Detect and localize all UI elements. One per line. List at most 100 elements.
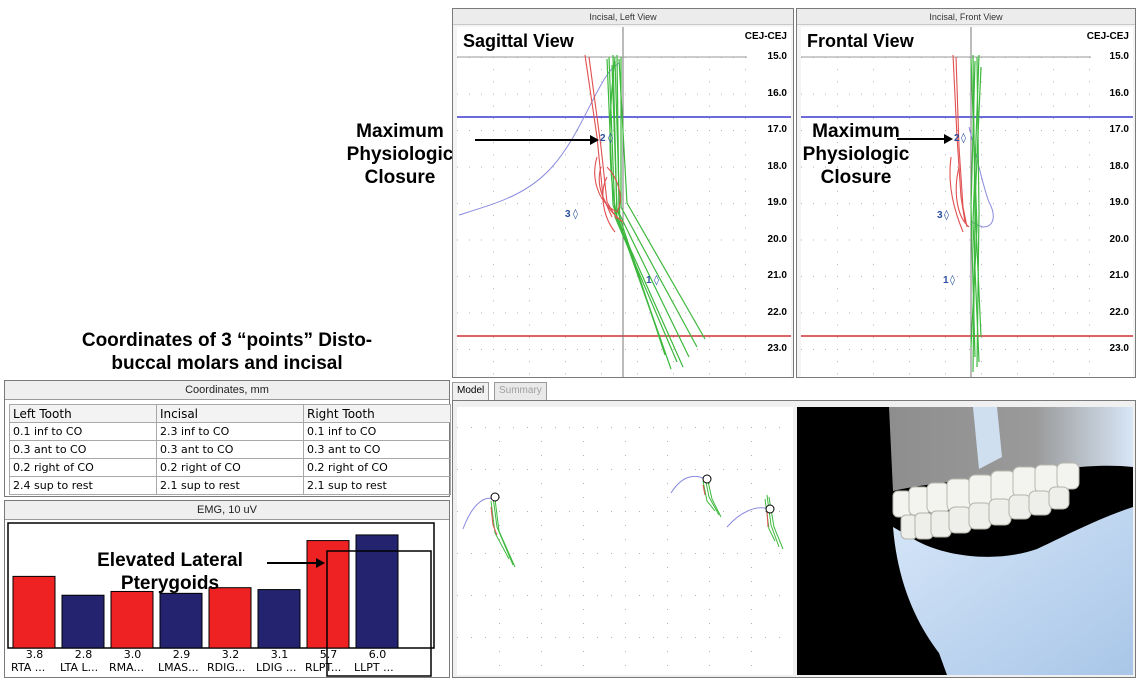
frontal-view-panel: Incisal, Front View 2 ◊ 3 ◊ 1 ◊ Frontal … [796,8,1136,378]
sagittal-marker-1: 1 [646,275,652,286]
sagittal-y-tick-labels: 15.0 16.0 17.0 18.0 19.0 20.0 21.0 22.0 23.0 [747,27,787,377]
y-tick-label: 17.0 [1109,124,1129,135]
emg-category-label: LLPT ... [354,661,394,674]
table-row: 0.3 ant to CO 0.3 ant to CO 0.3 ant to C… [9,440,451,459]
table-header-row: Left Tooth Incisal Right Tooth [9,404,451,423]
sagittal-view-title: Sagittal View [463,31,574,51]
emg-value-label: 3.8 [25,648,44,661]
coordinates-panel: Coordinates, mm Left Tooth Incisal Right… [4,380,451,497]
table-cell: 0.2 right of CO [303,458,451,477]
y-tick-label: 15.0 [1109,51,1129,62]
emg-label-cell: 6.0 LLPT ... [354,648,401,674]
coordinates-table: Left Tooth Incisal Right Tooth 0.1 inf t… [9,404,451,495]
y-tick-label: 19.0 [1109,197,1129,208]
y-tick-label: 23.0 [1109,343,1129,354]
tab-summary[interactable]: Summary [494,382,547,400]
frontal-mpc-line1: Maximum [812,121,900,142]
frontal-mpc-annotation: Maximum Physiologic Closure [790,120,922,189]
emg-value-label: 5.7 [319,648,338,661]
sagittal-mpc-line3: Closure [364,167,436,188]
emg-bar [257,589,301,649]
mini-trace-view [457,407,793,675]
jaw-model-render [889,407,1133,675]
model-view [452,400,1136,678]
y-tick-label: 15.0 [767,51,787,62]
model-area: Model Summary [452,380,1136,678]
frontal-view-title: Frontal View [807,31,914,51]
tab-model[interactable]: Model [452,382,490,400]
mini-trace-plot [457,427,784,666]
emg-value-label: 2.9 [172,648,191,661]
emg-panel: EMG, 10 uV 3.8 RTA ... 2.8 LTA L... 3.0 RMA..… [4,500,450,678]
emg-category-label: RLPT... [305,661,342,674]
elevated-line1: Elevated Lateral [97,550,243,571]
table-row: 0.1 inf to CO 2.3 inf to CO 0.1 inf to C… [9,422,451,441]
y-tick-label: 17.0 [767,124,787,135]
svg-text:◊: ◊ [654,274,659,286]
sagittal-panel-title: Incisal, Left View [453,9,793,25]
emg-label-cell: 3.1 LDIG ... [256,648,303,674]
y-tick-label: 23.0 [767,343,787,354]
frontal-mpc-line2: Physiologic [802,144,910,165]
emg-category-label: LDIG ... [256,661,297,674]
table-row: 2.4 sup to rest 2.1 sup to rest 2.1 sup … [9,476,451,495]
table-cell: 2.1 sup to rest [303,476,451,495]
sagittal-plot: 2 ◊ 3 ◊ 1 ◊ [457,27,791,377]
table-cell: 0.1 inf to CO [9,422,157,441]
sagittal-marker-2: 2 [600,133,606,144]
emg-category-label: LMAS... [158,661,199,674]
table-cell: 0.1 inf to CO [303,422,451,441]
mini-trace-middle [670,474,722,518]
y-tick-label: 19.0 [767,197,787,208]
emg-bar [355,534,399,649]
emg-category-label: RMA... [109,661,144,674]
table-cell: 0.3 ant to CO [303,440,451,459]
table-row: 0.2 right of CO 0.2 right of CO 0.2 righ… [9,458,451,477]
svg-text:◊: ◊ [573,208,578,220]
emg-label-cell: 3.8 RTA ... [11,648,58,674]
sagittal-marker-3: 3 [565,209,571,220]
frontal-panel-title: Incisal, Front View [797,9,1135,25]
frontal-marker-3: 3 [937,210,943,221]
sagittal-mpc-line1: Maximum [356,121,444,142]
emg-bar [110,590,154,649]
y-tick-label: 21.0 [767,270,787,281]
elevated-line2: Pterygoids [120,573,220,594]
frontal-plot-area: 2 ◊ 3 ◊ 1 ◊ Frontal View CEJ-CEJ 15.0 16.… [801,27,1133,377]
frontal-green-traces [970,54,982,373]
emg-category-label: LTA L... [60,661,99,674]
y-tick-label: 18.0 [1109,160,1129,172]
frontal-mpc-line3: Closure [820,167,892,188]
table-cell: 0.3 ant to CO [9,440,157,459]
emg-bar [306,540,350,649]
header-incisal: Incisal [156,404,304,423]
table-cell: 2.4 sup to rest [9,476,157,495]
header-right-tooth: Right Tooth [303,404,451,423]
emg-category-label: RDIG... [207,661,246,674]
y-tick-label: 22.0 [1109,306,1129,318]
emg-value-label: 6.0 [368,648,387,661]
emg-label-cell: 3.2 RDIG... [207,648,254,674]
emg-value-label: 2.8 [74,648,93,661]
svg-text:◊: ◊ [944,209,949,221]
y-tick-label: 18.0 [767,160,787,172]
emg-bar [208,587,252,649]
coordinates-heading-line2: buccal molars and incisal [111,353,343,374]
mini-trace-right [726,494,784,550]
emg-title: EMG, 10 uV [5,501,449,520]
y-tick-label: 16.0 [1109,87,1129,99]
svg-text:◊: ◊ [950,274,955,286]
emg-label-cell: 3.0 RMA... [109,648,156,674]
svg-text:◊: ◊ [608,132,613,144]
sagittal-plot-area: 2 ◊ 3 ◊ 1 ◊ Sagittal View CEJ-CEJ 15.0 16… [457,27,791,377]
emg-bar [12,575,56,649]
header-left-tooth: Left Tooth [9,404,157,423]
coordinates-heading-line1: Coordinates of 3 “points” Disto- [81,330,373,351]
table-cell: 0.3 ant to CO [156,440,304,459]
y-tick-label: 21.0 [1109,270,1129,281]
sagittal-mpc-line2: Physiologic [346,144,454,165]
emg-label-cell: 5.7 RLPT... [305,648,352,674]
frontal-marker-1: 1 [943,275,949,286]
elevated-annotation: Elevated Lateral Pterygoids [65,549,275,595]
table-cell: 2.1 sup to rest [156,476,304,495]
